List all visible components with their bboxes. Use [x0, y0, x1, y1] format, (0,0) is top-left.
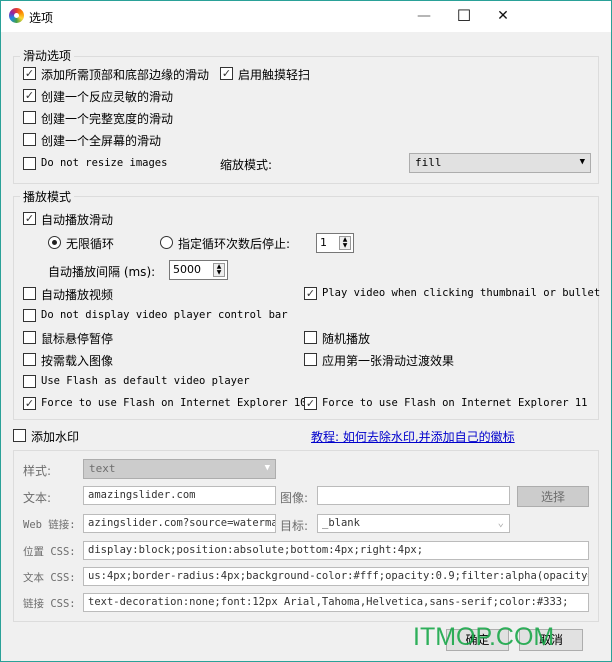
loop-count-spinner[interactable]: 1 ▲ ▼: [316, 233, 354, 253]
link-label: Web 链接:: [23, 519, 76, 531]
chevron-down-icon: ⌄: [497, 517, 504, 529]
style-select[interactable]: text ▼: [83, 459, 276, 479]
autoplay-checkbox[interactable]: ✓: [23, 212, 36, 225]
flash-ie11-label: Force to use Flash on Internet Explorer …: [322, 397, 588, 409]
add-edges-checkbox[interactable]: ✓: [23, 67, 36, 80]
interval-value: 5000: [173, 263, 201, 276]
target-label: 目标:: [280, 519, 309, 533]
window-title: 选项: [29, 11, 54, 25]
pause-hover-label: 鼠标悬停暂停: [41, 332, 114, 346]
flash-default-checkbox[interactable]: [23, 375, 36, 388]
style-label: 样式:: [23, 464, 52, 478]
maximize-button[interactable]: ☐: [449, 5, 479, 27]
autoplay-video-checkbox[interactable]: [23, 287, 36, 300]
target-value: _blank: [322, 517, 360, 529]
fullscreen-label: 创建一个全屏幕的滑动: [41, 134, 162, 148]
cancel-button[interactable]: 取消: [519, 629, 583, 651]
pause-hover-checkbox[interactable]: [23, 331, 36, 344]
target-select[interactable]: _blank ⌄: [317, 514, 510, 533]
watermark-label: 添加水印: [31, 430, 80, 444]
playback-legend: 播放模式: [20, 188, 75, 205]
flash-default-label: Use Flash as default video player: [41, 375, 250, 387]
no-control-bar-checkbox[interactable]: [23, 309, 36, 322]
text-input[interactable]: amazingslider.com: [83, 486, 276, 505]
full-width-checkbox[interactable]: [23, 111, 36, 124]
responsive-label: 创建一个反应灵敏的滑动: [41, 90, 174, 104]
ok-button[interactable]: 确定: [446, 629, 509, 651]
minimize-button[interactable]: —: [409, 5, 439, 27]
touch-swipe-checkbox[interactable]: ✓: [220, 67, 233, 80]
app-logo-icon: [9, 8, 24, 23]
choose-button[interactable]: 选择: [517, 486, 589, 507]
infinite-loop-radio[interactable]: [48, 236, 61, 249]
random-checkbox[interactable]: [304, 331, 317, 344]
flash-ie10-checkbox[interactable]: ✓: [23, 397, 36, 410]
scale-mode-label: 缩放模式:: [220, 158, 273, 172]
no-control-bar-label: Do not display video player control bar: [41, 309, 288, 321]
play-on-click-checkbox[interactable]: ✓: [304, 287, 317, 300]
flash-ie10-label: Force to use Flash on Internet Explorer …: [41, 397, 307, 409]
spinner-arrows-icon[interactable]: ▲ ▼: [213, 263, 225, 277]
flash-ie11-checkbox[interactable]: ✓: [304, 397, 317, 410]
interval-label: 自动播放间隔 (ms):: [48, 265, 156, 279]
title-bar: [1, 1, 611, 32]
add-edges-label: 添加所需顶部和底部边缘的滑动: [41, 68, 210, 82]
interval-spinner[interactable]: 5000 ▲ ▼: [169, 260, 228, 280]
first-transition-checkbox[interactable]: [304, 353, 317, 366]
no-resize-label: Do not resize images: [41, 157, 168, 169]
watermark-checkbox[interactable]: [13, 429, 26, 442]
first-transition-label: 应用第一张滑动过渡效果: [322, 354, 455, 368]
close-button[interactable]: ✕: [488, 5, 518, 27]
loop-count-value: 1: [320, 236, 327, 249]
link-input[interactable]: azingslider.com?source=watermark: [83, 514, 276, 533]
style-value: text: [89, 462, 116, 475]
scale-mode-select[interactable]: fill ▼: [409, 153, 591, 173]
pos-css-label: 位置 CSS:: [23, 546, 76, 558]
tutorial-link[interactable]: 教程: 如何去除水印,并添加自己的徽标: [311, 428, 515, 445]
chevron-down-icon: ▼: [264, 463, 270, 473]
text-css-label: 文本 CSS:: [23, 572, 76, 584]
responsive-checkbox[interactable]: ✓: [23, 89, 36, 102]
fullscreen-checkbox[interactable]: [23, 133, 36, 146]
scale-mode-value: fill: [415, 156, 442, 169]
text-css-input[interactable]: us:4px;border-radius:4px;background-colo…: [83, 567, 589, 586]
link-css-input[interactable]: text-decoration:none;font:12px Arial,Tah…: [83, 593, 589, 612]
stop-after-label: 指定循环次数后停止:: [178, 237, 291, 251]
lazy-load-label: 按需载入图像: [41, 354, 114, 368]
touch-swipe-label: 启用触摸轻扫: [238, 68, 311, 82]
random-label: 随机播放: [322, 332, 371, 346]
image-input[interactable]: [317, 486, 510, 505]
full-width-label: 创建一个完整宽度的滑动: [41, 112, 174, 126]
no-resize-checkbox[interactable]: [23, 157, 36, 170]
text-label: 文本:: [23, 491, 52, 505]
spinner-arrows-icon[interactable]: ▲ ▼: [339, 236, 351, 250]
chevron-down-icon: ▼: [579, 157, 585, 167]
link-css-label: 链接 CSS:: [23, 598, 76, 610]
play-on-click-label: Play video when clicking thumbnail or bu…: [322, 287, 601, 299]
lazy-load-checkbox[interactable]: [23, 353, 36, 366]
slide-options-legend: 滑动选项: [20, 47, 75, 64]
stop-after-radio[interactable]: [160, 236, 173, 249]
autoplay-label: 自动播放滑动: [41, 213, 114, 227]
pos-css-input[interactable]: display:block;position:absolute;bottom:4…: [83, 541, 589, 560]
image-label: 图像:: [280, 491, 309, 505]
autoplay-video-label: 自动播放视频: [41, 288, 114, 302]
infinite-loop-label: 无限循环: [66, 237, 115, 251]
